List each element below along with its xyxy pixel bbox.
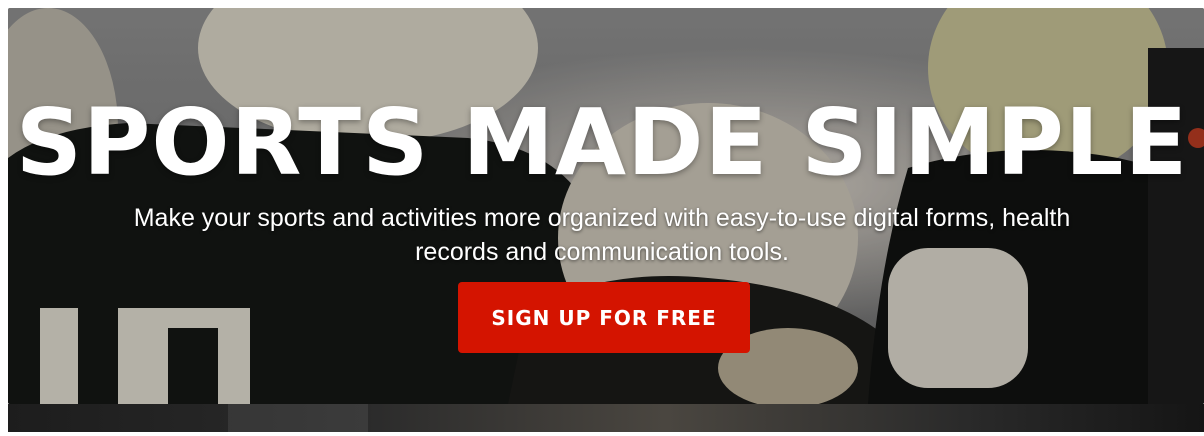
hero-bottom-edge <box>8 404 1204 432</box>
photo-detail <box>228 404 368 432</box>
sign-up-button[interactable]: SIGN UP FOR FREE <box>458 282 750 353</box>
hero-subtext: Make your sports and activities more org… <box>0 201 1204 269</box>
hero-subtext-line-1: Make your sports and activities more org… <box>133 204 1071 232</box>
hero-subtext-line-2: records and communication tools. <box>415 238 789 266</box>
hero-headline: SPORTS MADE SIMPLE <box>15 88 1189 196</box>
page: SPORTS MADE SIMPLE Make your sports and … <box>0 0 1204 436</box>
